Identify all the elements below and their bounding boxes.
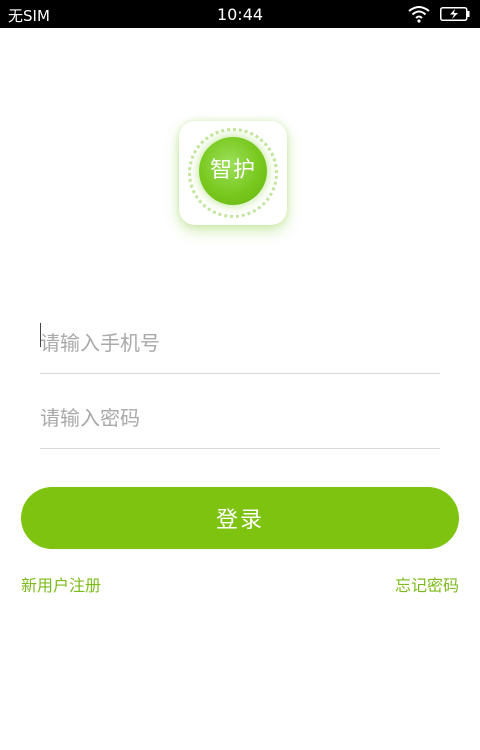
app-logo: 智护 [179, 121, 287, 225]
text-cursor [40, 323, 41, 347]
phone-input[interactable] [40, 313, 440, 373]
logo-text: 智护 [199, 137, 267, 205]
battery-charging-icon [440, 7, 470, 21]
register-link[interactable]: 新用户注册 [21, 572, 101, 596]
login-button[interactable]: 登录 [21, 487, 459, 549]
password-input[interactable] [40, 388, 440, 448]
password-field[interactable] [40, 388, 440, 449]
forgot-password-link[interactable]: 忘记密码 [395, 572, 459, 596]
wifi-icon [408, 6, 430, 23]
phone-field[interactable] [40, 313, 440, 374]
login-screen: 无SIM 10:44 智护 登录 新用户注册 忘记密码 [0, 0, 480, 750]
status-bar: 无SIM 10:44 [0, 0, 480, 28]
